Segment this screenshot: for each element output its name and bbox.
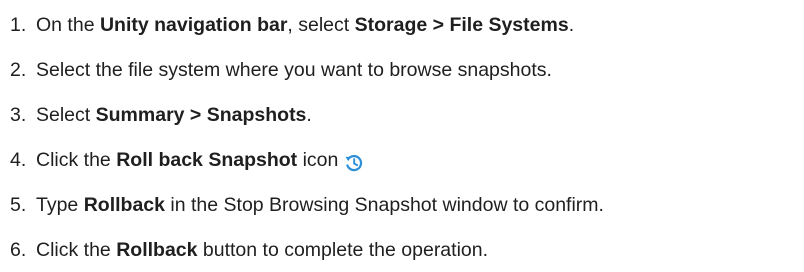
steps-list: 1. On the Unity navigation bar, select S… [0,2,804,272]
step-4: 4. Click the Roll back Snapshot icon [0,137,804,182]
step-text-part: . [568,13,575,36]
step-3: 3. Select Summary > Snapshots. [0,92,804,137]
step-text-part: Select the file system where you want to… [36,58,552,81]
rollback-snapshot-icon [344,149,364,171]
step-text-bold: Rollback [116,238,198,261]
step-text-bold: Roll back Snapshot [116,148,298,171]
step-text-part: Click the [36,238,117,261]
step-6: 6. Click the Rollback button to complete… [0,227,804,272]
step-1: 1. On the Unity navigation bar, select S… [0,2,804,47]
step-text-part: icon [297,148,339,171]
step-text-bold: Storage > File Systems [354,13,569,36]
step-text: Select Summary > Snapshots. [36,97,312,133]
step-text-bold: Summary > Snapshots [95,103,307,126]
step-text-part: On the [36,13,100,36]
step-number: 4. [10,148,27,171]
step-text-part: Select [36,103,96,126]
step-number: 2. [10,58,27,81]
step-text-bold: Unity navigation bar [99,13,288,36]
step-text: Click the Rollback button to complete th… [36,232,488,268]
step-text-part: Click the [36,148,117,171]
step-number: 5. [10,193,27,216]
step-text-part: , select [287,13,355,36]
step-5: 5. Type Rollback in the Stop Browsing Sn… [0,182,804,227]
step-text: Type Rollback in the Stop Browsing Snaps… [36,187,604,223]
step-text-bold: Rollback [83,193,165,216]
step-number: 6. [10,238,27,261]
step-2: 2. Select the file system where you want… [0,47,804,92]
step-text: On the Unity navigation bar, select Stor… [36,7,574,43]
step-text-part: in the Stop Browsing Snapshot window to … [164,193,604,216]
step-number: 1. [10,13,27,36]
step-text-part: Type [36,193,84,216]
step-number: 3. [10,103,27,126]
step-text-part: button to complete the operation. [197,238,489,261]
step-text: Select the file system where you want to… [36,52,552,88]
step-text-part: . [306,103,312,126]
step-text: Click the Roll back Snapshot icon [36,142,338,178]
